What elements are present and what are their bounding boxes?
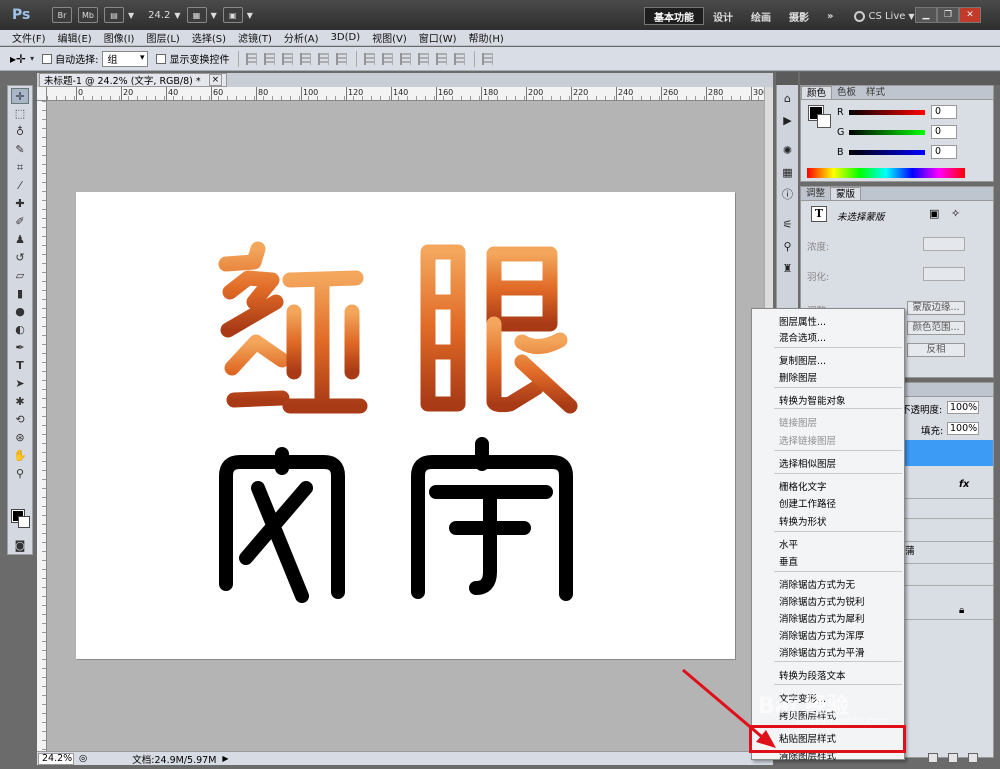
annotation-arrow	[682, 668, 776, 748]
annotation-arrow-line	[682, 668, 769, 744]
